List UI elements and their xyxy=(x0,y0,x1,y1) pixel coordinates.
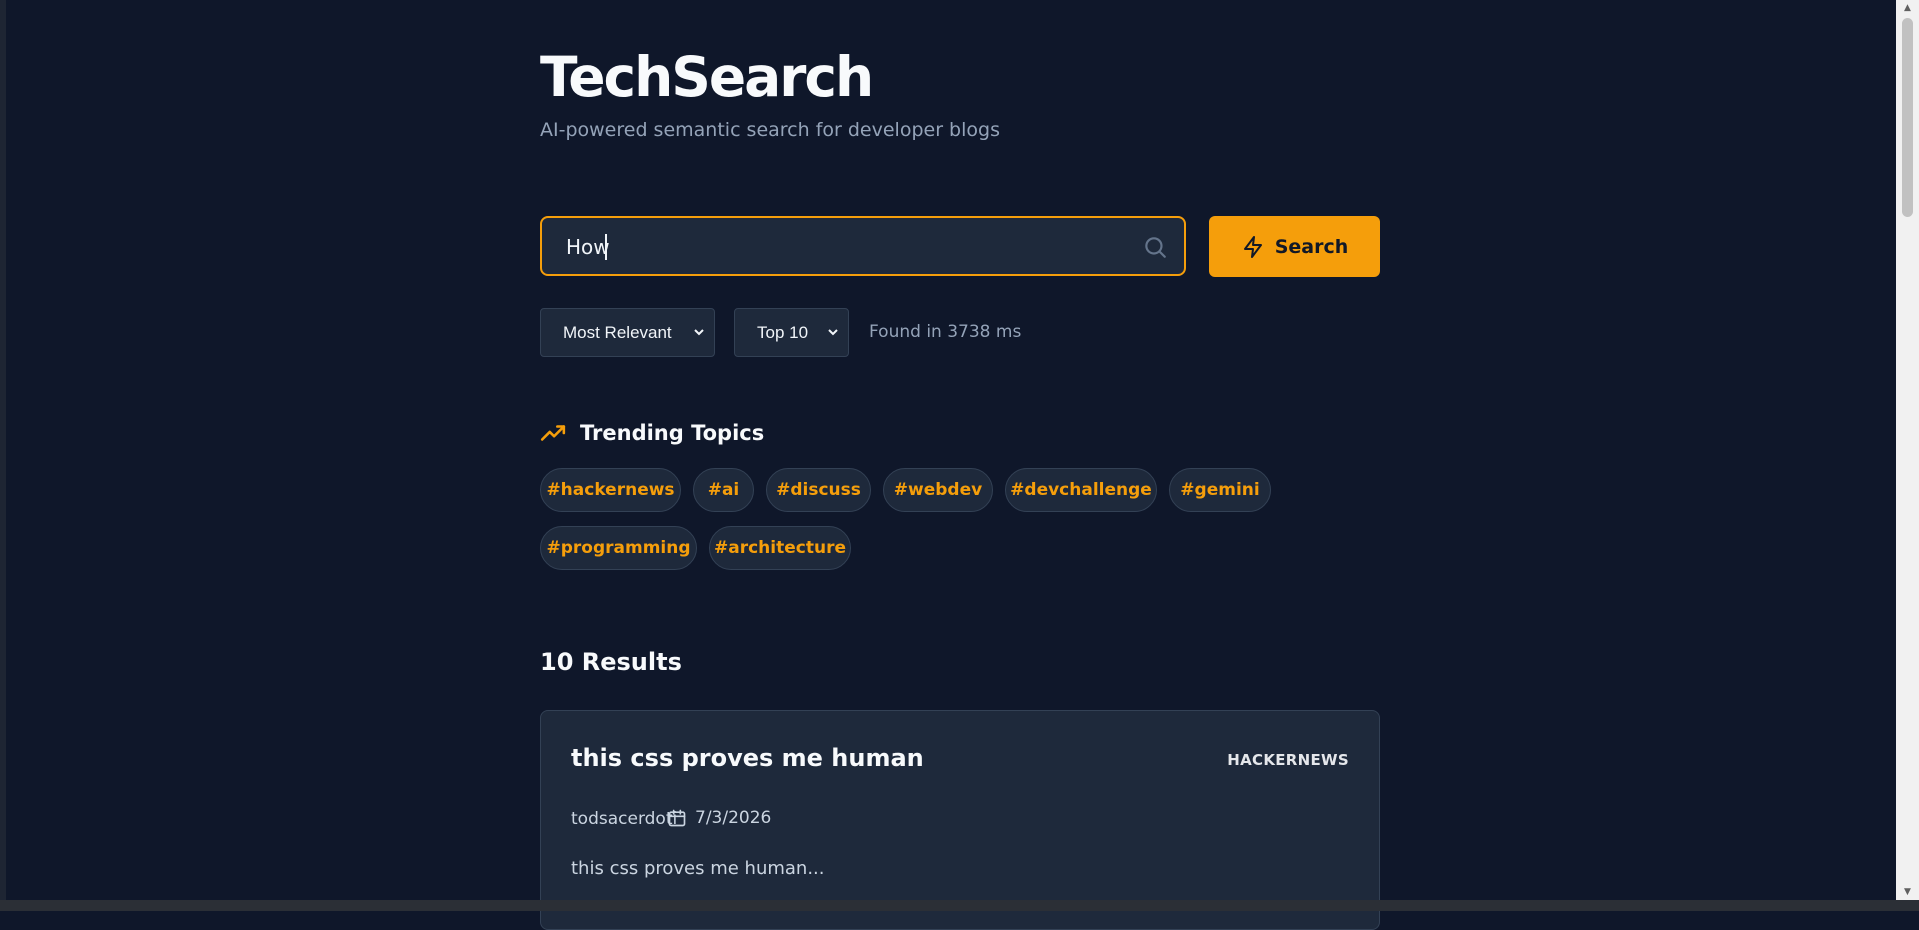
chevron-down-icon xyxy=(694,329,704,336)
search-input[interactable] xyxy=(564,232,1128,262)
result-author: todsacerdoti xyxy=(571,809,678,829)
limit-select[interactable]: Top 10 xyxy=(734,308,849,357)
results-heading: 10 Results xyxy=(540,648,682,676)
result-date: 7/3/2026 xyxy=(667,808,771,828)
page-scrollbar[interactable]: ▲ ▼ xyxy=(1896,0,1919,900)
calendar-icon xyxy=(668,809,686,827)
tag-chip[interactable]: #discuss xyxy=(766,468,871,512)
search-button[interactable]: Search xyxy=(1209,216,1380,277)
sort-select-value: Most Relevant xyxy=(563,322,672,342)
search-timing: Found in 3738 ms xyxy=(869,322,1022,342)
tag-chip[interactable]: #gemini xyxy=(1169,468,1271,512)
search-icon[interactable] xyxy=(1142,234,1168,260)
trending-title: Trending Topics xyxy=(580,421,765,445)
result-title[interactable]: this css proves me human xyxy=(571,744,924,772)
chevron-down-icon xyxy=(828,329,838,336)
search-box[interactable] xyxy=(540,216,1186,276)
limit-select-value: Top 10 xyxy=(757,322,809,342)
page-subtitle: AI-powered semantic search for developer… xyxy=(540,119,1000,141)
scroll-thumb[interactable] xyxy=(1902,18,1913,217)
result-source-badge: HACKERNEWS xyxy=(1227,751,1349,769)
trending-heading: Trending Topics xyxy=(540,420,764,446)
bolt-icon xyxy=(1243,235,1262,258)
tag-chip[interactable]: #devchallenge xyxy=(1005,468,1157,512)
window-left-edge xyxy=(0,0,6,911)
trending-up-icon xyxy=(540,425,566,441)
scroll-down-arrow-icon[interactable]: ▼ xyxy=(1896,884,1919,900)
tag-chip[interactable]: #webdev xyxy=(883,468,993,512)
text-caret xyxy=(605,234,607,260)
page-title: TechSearch xyxy=(540,45,874,109)
tag-chip[interactable]: #hackernews xyxy=(540,468,681,512)
tag-chip[interactable]: #programming xyxy=(540,526,697,570)
window-bottom-edge xyxy=(0,900,1919,911)
tag-chip[interactable]: #architecture xyxy=(709,526,851,570)
scroll-up-arrow-icon[interactable]: ▲ xyxy=(1896,0,1919,16)
search-button-label: Search xyxy=(1274,235,1349,258)
result-date-value: 7/3/2026 xyxy=(695,808,772,828)
sort-select[interactable]: Most Relevant xyxy=(540,308,715,357)
result-snippet: this css proves me human... xyxy=(571,858,825,879)
tag-chip[interactable]: #ai xyxy=(693,468,754,512)
result-card[interactable]: this css proves me human HACKERNEWS tods… xyxy=(540,710,1380,930)
